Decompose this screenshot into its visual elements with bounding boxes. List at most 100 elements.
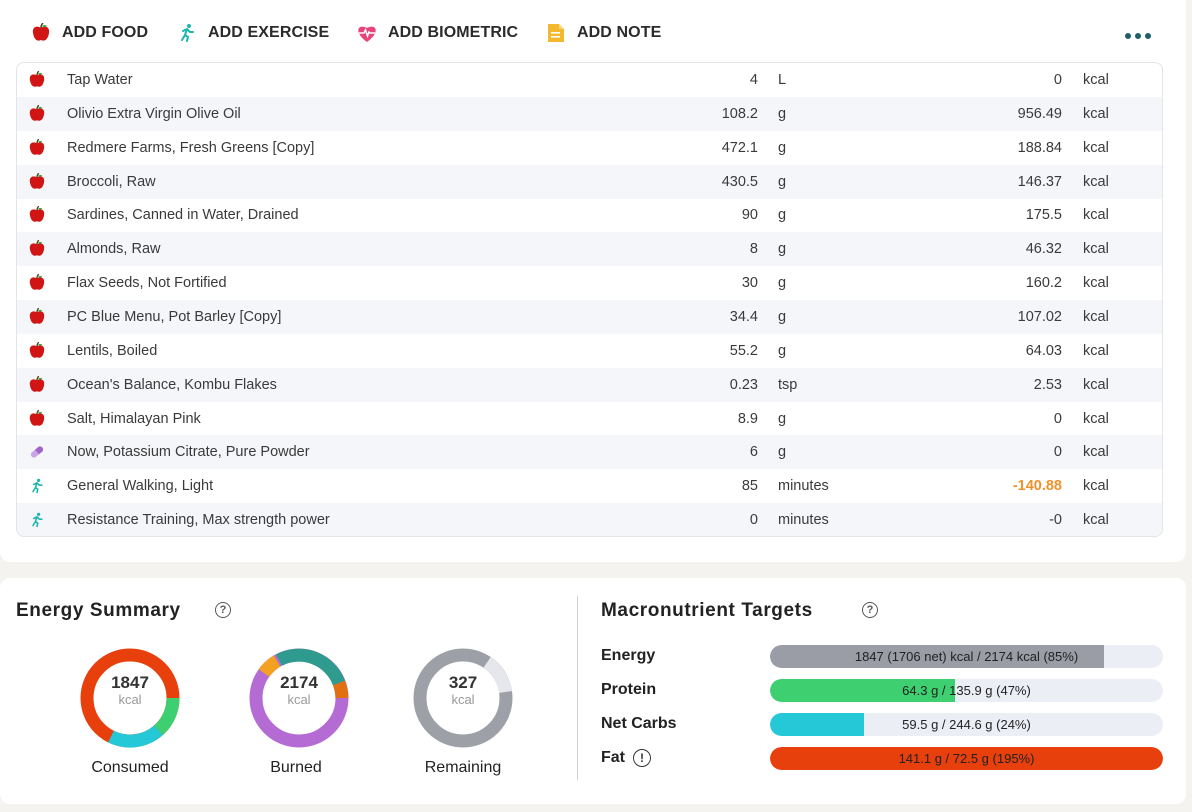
- apple-icon: [27, 273, 47, 293]
- diary-entry-row[interactable]: Ocean's Balance, Kombu Flakes 0.23 tsp 2.53…: [17, 367, 1162, 402]
- diary-entry-row[interactable]: Flax Seeds, Not Fortified 30 g 160.2 kcal: [17, 266, 1162, 300]
- apple-icon: [30, 22, 52, 44]
- entry-calories: -140.88: [1012, 478, 1062, 495]
- diary-entry-row[interactable]: Now, Potassium Citrate, Pure Powder 6 g 0 kc…: [17, 435, 1162, 470]
- entry-name: Sardines, Canned in Water, Drained: [67, 207, 299, 224]
- pill-icon: [27, 442, 47, 462]
- apple-icon: [27, 138, 47, 158]
- remaining-value: 327: [448, 673, 478, 692]
- entry-calorie-unit: kcal: [1083, 444, 1109, 461]
- entry-amount: 30: [741, 275, 758, 292]
- entry-calories: 0: [1053, 444, 1062, 461]
- diary-entry-row[interactable]: General Walking, Light 85 minutes -140.88 kc…: [17, 469, 1162, 503]
- remaining-donut: 327 kcal: [408, 643, 518, 753]
- entry-amount: 55.2: [729, 342, 758, 359]
- apple-icon: [27, 205, 47, 225]
- macro-label-net-carbs: Net Carbs: [601, 715, 677, 732]
- diary-toolbar: ADD FOOD ADD EXERCISE ADD BIOMETRIC ADD …: [0, 14, 1186, 52]
- consumed-unit: kcal: [118, 692, 142, 707]
- entry-calories: 0: [1053, 410, 1062, 427]
- more-options-button[interactable]: [1120, 26, 1156, 46]
- entry-unit: g: [778, 410, 787, 427]
- macro-label-protein: Protein: [601, 681, 657, 698]
- note-icon: [545, 22, 567, 44]
- entry-calories: 160.2: [1025, 275, 1062, 292]
- macro-bar-track: 59.5 g / 244.6 g (24%): [770, 713, 1163, 736]
- entry-unit: g: [778, 241, 787, 258]
- diary-entry-row[interactable]: Redmere Farms, Fresh Greens [Copy] 472.1 g…: [17, 131, 1162, 165]
- apple-icon: [27, 341, 47, 361]
- entry-name: Redmere Farms, Fresh Greens [Copy]: [67, 139, 315, 156]
- consumed-label: Consumed: [91, 759, 169, 776]
- diary-entry-row[interactable]: PC Blue Menu, Pot Barley [Copy] 34.4 g 107.…: [17, 299, 1162, 334]
- consumed-donut: 1847 kcal: [75, 643, 185, 753]
- entry-amount: 0.23: [729, 376, 758, 393]
- entry-unit: g: [778, 207, 787, 224]
- apple-icon: [27, 104, 47, 124]
- entry-amount: 4: [749, 72, 758, 88]
- entry-name: Now, Potassium Citrate, Pure Powder: [67, 444, 310, 461]
- entry-amount: 472.1: [721, 139, 758, 156]
- add-exercise-button[interactable]: ADD EXERCISE: [176, 14, 329, 52]
- energy-summary-title: Energy Summary: [16, 600, 181, 621]
- entry-calories: -0: [1049, 512, 1062, 529]
- diary-entry-row[interactable]: Almonds, Raw 8 g 46.32 kcal: [17, 232, 1162, 267]
- entry-name: Broccoli, Raw: [67, 173, 156, 190]
- add-biometric-button[interactable]: ADD BIOMETRIC: [356, 14, 518, 52]
- burned-unit: kcal: [287, 692, 311, 707]
- entry-calories: 956.49: [1017, 105, 1062, 122]
- apple-icon: [27, 409, 47, 429]
- fat-warning-icon[interactable]: !: [633, 749, 651, 767]
- macro-bar-text: 64.3 g / 135.9 g (47%): [902, 683, 1031, 698]
- diary-entry-row[interactable]: Olivio Extra Virgin Olive Oil 108.2 g 956.4…: [17, 96, 1162, 131]
- macronutrient-targets-help-icon[interactable]: ?: [862, 602, 878, 618]
- entry-calorie-unit: kcal: [1083, 410, 1109, 427]
- more-dot: [1145, 33, 1151, 39]
- more-dot: [1125, 33, 1131, 39]
- entry-amount: 8: [749, 241, 758, 258]
- entry-unit: g: [778, 105, 787, 122]
- add-food-button[interactable]: ADD FOOD: [30, 14, 148, 52]
- entry-unit: g: [778, 342, 787, 359]
- apple-icon: [27, 70, 47, 90]
- entry-calorie-unit: kcal: [1083, 207, 1109, 224]
- add-note-button[interactable]: ADD NOTE: [545, 14, 661, 52]
- entry-unit: g: [778, 308, 787, 325]
- diary-entry-row[interactable]: Sardines, Canned in Water, Drained 90 g 175…: [17, 198, 1162, 232]
- entry-name: Olivio Extra Virgin Olive Oil: [67, 105, 241, 122]
- entry-amount: 34.4: [729, 308, 758, 325]
- burned-label: Burned: [270, 759, 322, 776]
- entry-amount: 85: [741, 478, 758, 495]
- entry-calorie-unit: kcal: [1083, 478, 1109, 495]
- apple-icon: [27, 375, 47, 395]
- burned-value: 2174: [280, 673, 318, 692]
- entry-unit: L: [778, 72, 787, 88]
- entry-calories: 2.53: [1033, 376, 1062, 393]
- entry-unit: g: [778, 139, 787, 156]
- entry-calories: 146.37: [1017, 173, 1062, 190]
- summary-card: Energy Summary ? 1847 kcal Consumed 2174…: [0, 578, 1186, 804]
- entry-name: Tap Water: [67, 72, 133, 88]
- section-divider: [577, 596, 578, 780]
- diary-entry-row[interactable]: Salt, Himalayan Pink 8.9 g 0 kcal: [17, 402, 1162, 436]
- entry-amount: 6: [749, 444, 758, 461]
- macronutrient-targets-title: Macronutrient Targets: [601, 600, 813, 621]
- entry-calorie-unit: kcal: [1083, 139, 1109, 156]
- entry-calories: 107.02: [1017, 308, 1062, 325]
- entry-name: PC Blue Menu, Pot Barley [Copy]: [67, 308, 282, 325]
- remaining-label: Remaining: [424, 759, 502, 776]
- diary-entry-row[interactable]: Lentils, Boiled 55.2 g 64.03 kcal: [17, 334, 1162, 368]
- entry-calorie-unit: kcal: [1083, 342, 1109, 359]
- diary-entry-row[interactable]: Tap Water 4 L 0 kcal: [17, 63, 1162, 97]
- diary-entry-row[interactable]: Resistance Training, Max strength power 0…: [17, 503, 1162, 536]
- entry-calories: 46.32: [1025, 241, 1062, 258]
- energy-summary-help-icon[interactable]: ?: [215, 602, 231, 618]
- entry-amount: 108.2: [721, 105, 758, 122]
- entry-calorie-unit: kcal: [1083, 105, 1109, 122]
- diary-entry-row[interactable]: Broccoli, Raw 430.5 g 146.37 kcal: [17, 164, 1162, 199]
- heart-pulse-icon: [356, 22, 378, 44]
- entry-name: Resistance Training, Max strength power: [67, 512, 330, 529]
- entry-calories: 175.5: [1025, 207, 1062, 224]
- macro-label-fat: Fat: [601, 749, 625, 766]
- entry-amount: 90: [741, 207, 758, 224]
